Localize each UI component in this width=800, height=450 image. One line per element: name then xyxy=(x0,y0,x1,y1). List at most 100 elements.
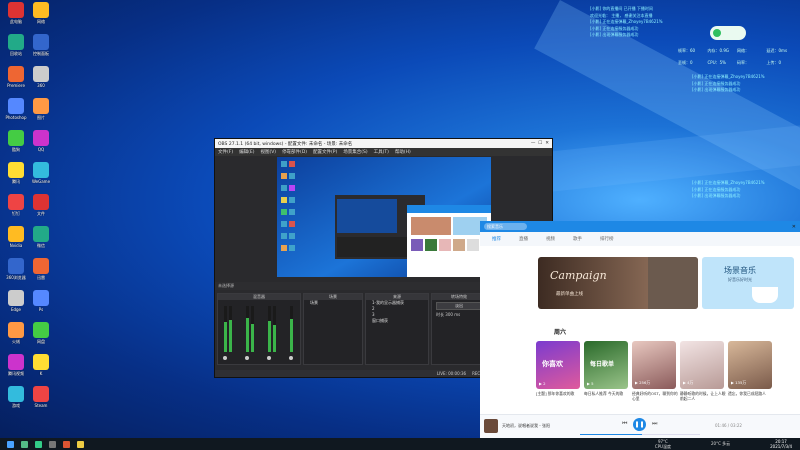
playlist-card[interactable]: 你喜欢 ▶ 2 xyxy=(536,341,580,389)
menu-scene-collection[interactable]: 场景集合(S) xyxy=(343,149,367,155)
menu-file[interactable]: 文件(F) xyxy=(218,149,233,155)
player-time: 01:46 / 03:22 xyxy=(715,423,742,428)
mixer-meters xyxy=(223,306,293,360)
card-play-count: ▶ 256万 xyxy=(635,380,651,385)
transition-select[interactable]: 淡出 xyxy=(436,302,482,310)
menu-docks[interactable]: 停靠部件(D) xyxy=(282,149,307,155)
desktop-icon[interactable]: 网盘 xyxy=(29,322,53,352)
prev-icon[interactable]: ⏮ xyxy=(622,420,627,428)
desktop-icon[interactable]: Edge xyxy=(4,290,28,320)
card-play-count: ▶ 135万 xyxy=(731,380,747,385)
scene-item[interactable]: 场景 xyxy=(304,300,362,306)
app-icon[interactable] xyxy=(49,440,56,448)
stat-item: 网络： xyxy=(737,48,749,53)
clock[interactable]: 20:17 2021/7/3/4 xyxy=(770,439,792,449)
playlist-card[interactable]: ▶ 256万 xyxy=(632,341,676,389)
app-icon[interactable] xyxy=(21,440,28,448)
desktop-icon[interactable]: 钉钉 xyxy=(4,194,28,224)
menu-view[interactable]: 视图(V) xyxy=(260,149,276,155)
desktop-icon[interactable]: QQ xyxy=(29,130,53,160)
music-nav: 推荐 直播 视频 歌手 排行榜 xyxy=(480,232,800,246)
chat-overlay-low: [小影] 正在连接弹幕_Zhoyey7B4621% [小影] 正在连接服务器成功… xyxy=(692,180,765,200)
desktop-icon[interactable]: 控制面板 xyxy=(29,34,53,64)
desktop-icon[interactable]: Steam xyxy=(29,386,53,416)
app-icon[interactable] xyxy=(63,440,70,448)
menu-tools[interactable]: 工具(T) xyxy=(374,149,389,155)
desktop-icon[interactable]: 360浏览器 xyxy=(4,258,28,288)
nav-video[interactable]: 视频 xyxy=(546,236,555,242)
close-icon[interactable]: ✕ xyxy=(792,224,796,230)
stat-item: 上传：0 xyxy=(766,59,782,65)
desktop-icon[interactable]: 微信 xyxy=(29,226,53,256)
nav-singers[interactable]: 歌手 xyxy=(573,236,582,242)
desktop-icon[interactable]: 迅雷 xyxy=(29,258,53,288)
music-search-input[interactable]: 搜索音乐 xyxy=(484,223,527,230)
desktop-icon[interactable]: 360 xyxy=(29,66,53,96)
desktop-icon[interactable]: 腾讯 xyxy=(4,162,28,192)
app-icon[interactable] xyxy=(77,440,84,448)
playlist-card[interactable]: ▶ 4万 xyxy=(680,341,724,389)
menu-help[interactable]: 帮助(H) xyxy=(395,149,411,155)
close-icon[interactable]: ✕ xyxy=(545,141,549,146)
playlist-card[interactable]: 每日歌单 ▶ 5 xyxy=(584,341,628,389)
desktop-icon[interactable]: 火绒 xyxy=(4,322,28,352)
nav-live[interactable]: 直播 xyxy=(519,236,528,242)
obs-titlebar[interactable]: OBS 27.1.1 (64 bit, windows) - 配置文件: 未命名… xyxy=(215,139,552,148)
menu-profile[interactable]: 配置文件(P) xyxy=(313,149,337,155)
menu-edit[interactable]: 编辑(E) xyxy=(239,149,254,155)
desktop-icon[interactable]: 文件 xyxy=(29,194,53,224)
card-play-count: ▶ 5 xyxy=(587,381,594,386)
no-source-label: 未选择源 xyxy=(218,283,234,288)
desktop-icon[interactable]: 图片 xyxy=(29,98,53,128)
transitions-panel: 转场特效 淡出 时长 300 ms xyxy=(431,293,487,365)
overlay-line: [小影] 你的直播间 已开播 下播时间 xyxy=(590,6,653,11)
banner-main[interactable]: Campaign 最新单曲上线 xyxy=(538,257,698,309)
next-icon[interactable]: ⏭ xyxy=(652,420,657,428)
desktop-icon-label: Photoshop xyxy=(5,115,27,120)
desktop-icon[interactable]: Ps xyxy=(29,290,53,320)
weather-widget[interactable]: 20°C 多云 xyxy=(711,441,730,447)
app-icon xyxy=(33,162,49,178)
overlay-line: [小影] 出现弹幕服务器成功 xyxy=(692,87,741,92)
music-app-window[interactable]: 搜索音乐 ✕ 推荐 直播 视频 歌手 排行榜 Campaign 最新单曲上线 场… xyxy=(480,221,800,439)
desktop-icon[interactable]: 网络 xyxy=(29,2,53,32)
desktop-icon-label: 控制面板 xyxy=(33,51,49,56)
duration-input[interactable]: 300 ms xyxy=(445,312,460,317)
progress-bar[interactable] xyxy=(580,434,700,435)
pause-icon[interactable]: ❚❚ xyxy=(633,418,646,431)
card-title: 每日歌单 xyxy=(590,361,615,368)
desktop-icon[interactable]: 腾讯视频 xyxy=(4,354,28,384)
overlay-line: [小影] 正在连接弹幕_Zhoyey7B4621% xyxy=(590,19,663,24)
desktop-icon[interactable]: 游戏 xyxy=(4,386,28,416)
live-badge[interactable] xyxy=(710,26,746,40)
source-item[interactable]: 窗口捕获 xyxy=(366,318,428,324)
desktop-icon[interactable]: WeGame xyxy=(29,162,53,192)
cpu-temp-widget[interactable]: 97°C CPU温度 xyxy=(655,439,671,450)
app-icon xyxy=(8,162,24,178)
desktop-icon[interactable]: 酷狗 xyxy=(4,130,28,160)
maximize-icon[interactable]: ☐ xyxy=(538,141,542,146)
desktop-icon[interactable]: K xyxy=(29,354,53,384)
minimize-icon[interactable]: — xyxy=(531,141,536,146)
obs-preview[interactable] xyxy=(277,157,491,277)
playlist-card[interactable]: ▶ 135万 xyxy=(728,341,772,389)
card-caption: 每日私人推荐 今天的歌 xyxy=(584,391,624,396)
app-icon[interactable] xyxy=(35,440,42,448)
mixer-panel: 混音器 xyxy=(217,293,301,365)
desktop-icon-label: 360 xyxy=(37,83,45,88)
banner-scene[interactable]: 场景音乐 好音乐好时光 xyxy=(702,257,794,309)
card-caption: 遗忘，你我已成陌路人 xyxy=(728,391,766,396)
nav-charts[interactable]: 排行榜 xyxy=(600,236,614,242)
progress-fill xyxy=(580,434,643,435)
desktop-icon[interactable]: Nvidia xyxy=(4,226,28,256)
album-art[interactable] xyxy=(484,419,498,433)
desktop-icon[interactable]: Premiere xyxy=(4,66,28,96)
desktop-icon-label: 网络 xyxy=(37,19,45,24)
nav-recommend[interactable]: 推荐 xyxy=(492,236,501,242)
start-windows-icon[interactable] xyxy=(7,440,14,448)
desktop-icon-label: 火绒 xyxy=(12,339,20,344)
desktop-icon[interactable]: Photoshop xyxy=(4,98,28,128)
desktop-icon[interactable]: 此电脑 xyxy=(4,2,28,32)
desktop-icon[interactable]: 回收站 xyxy=(4,34,28,64)
overlay-line: [小影] 正在连接弹幕_Zhoyey7B4621% xyxy=(692,180,765,185)
